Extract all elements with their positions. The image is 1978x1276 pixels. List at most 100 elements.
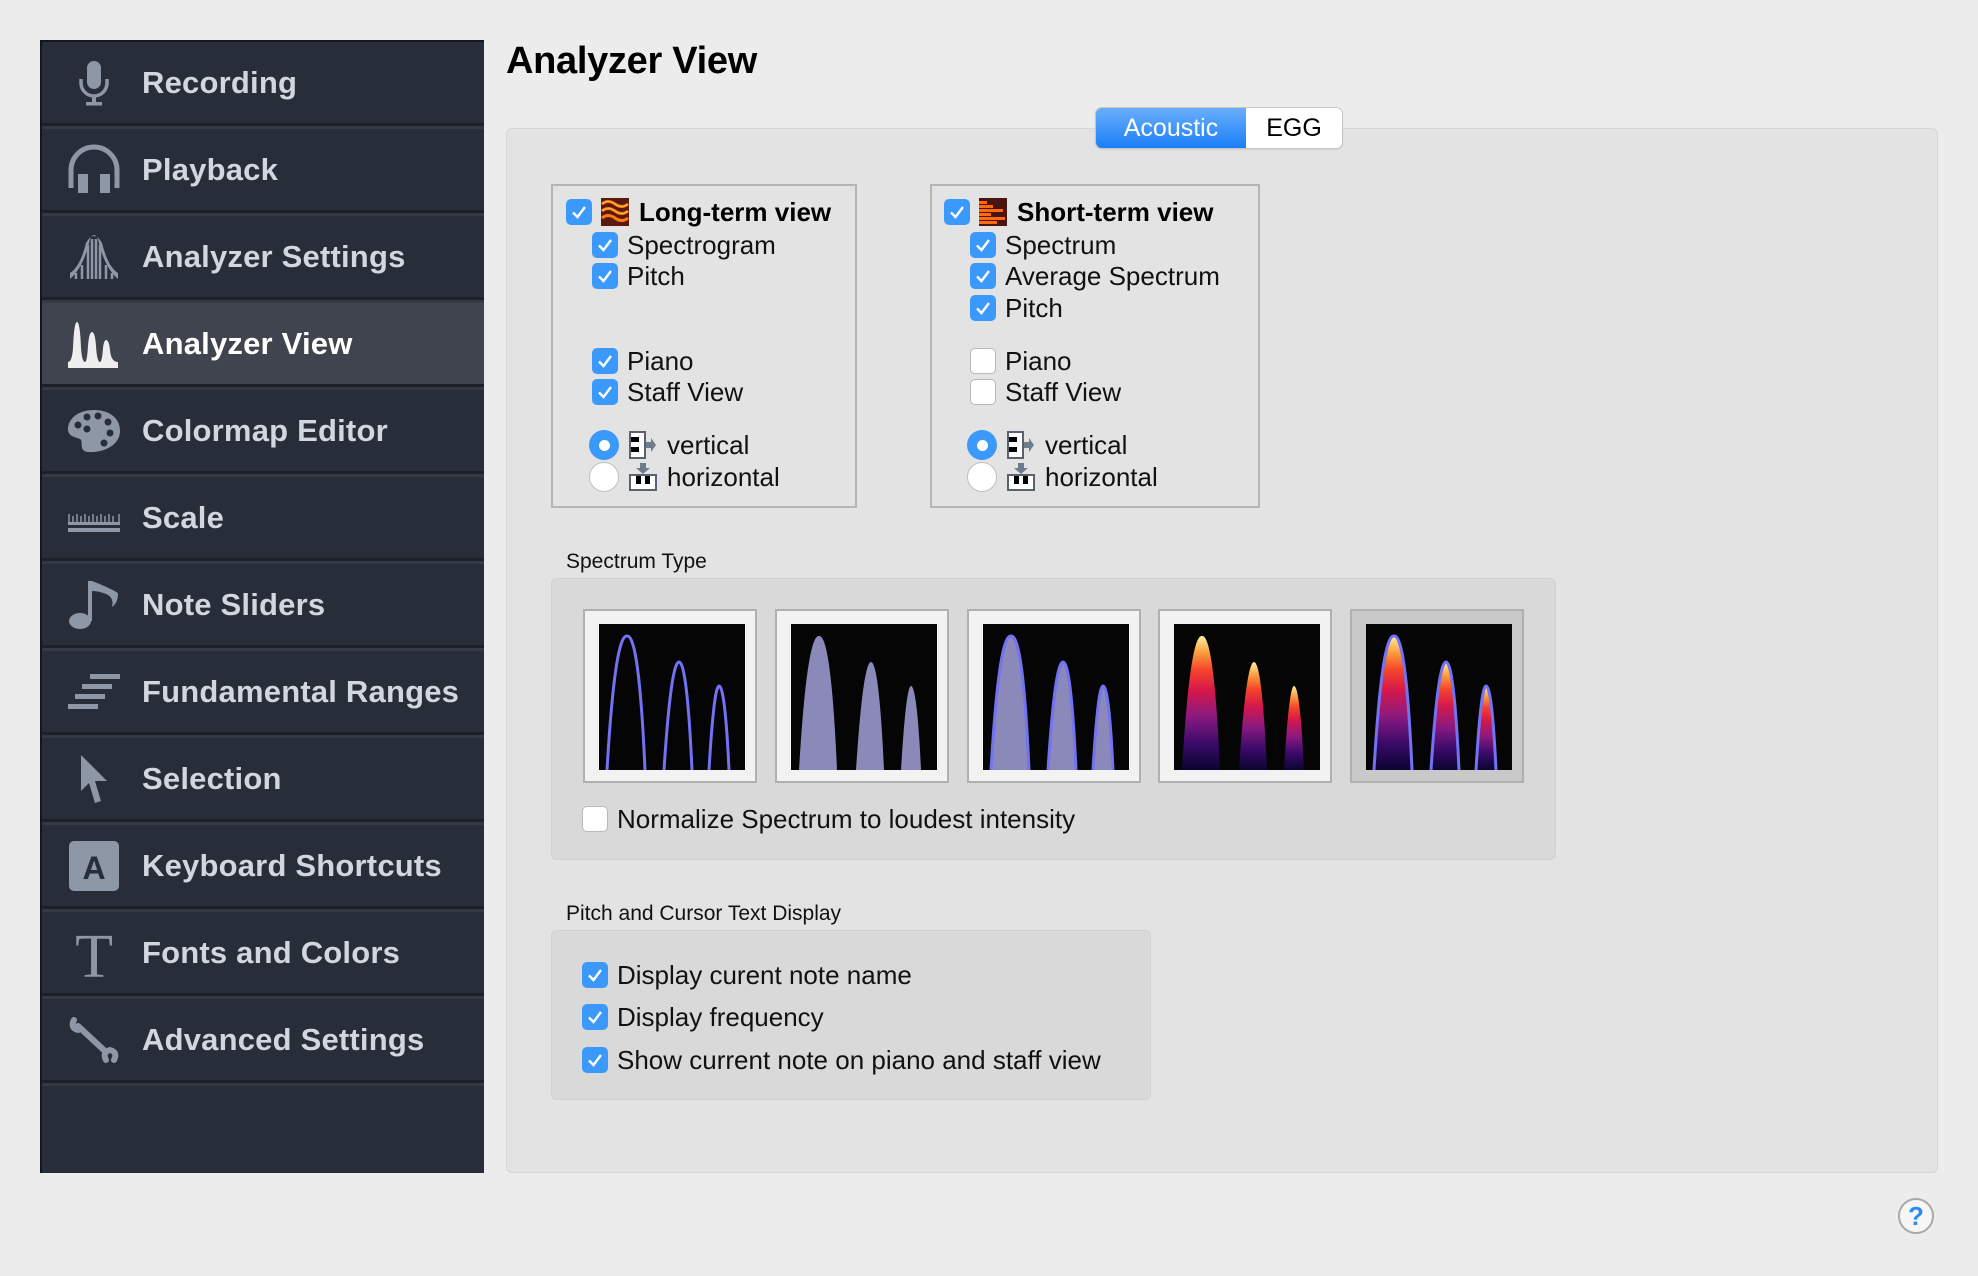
wrench-icon bbox=[68, 1014, 120, 1066]
piano-checkbox[interactable] bbox=[592, 348, 618, 374]
ranges-icon bbox=[68, 666, 120, 718]
sidebar-item-advanced-settings[interactable]: Advanced Settings bbox=[42, 999, 484, 1083]
orientation-label: horizontal bbox=[667, 461, 780, 492]
pitch-cursor-label: Pitch and Cursor Text Display bbox=[566, 902, 842, 925]
orientation-label: vertical bbox=[667, 429, 750, 460]
long-term-option: Spectrogram bbox=[592, 229, 776, 261]
staff-view-checkbox[interactable] bbox=[970, 379, 996, 405]
sidebar-item-label: Note Sliders bbox=[142, 586, 326, 622]
tab-acoustic[interactable]: Acoustic bbox=[1096, 108, 1246, 148]
sidebar-item-label: Analyzer Settings bbox=[142, 238, 406, 274]
spectrum-filled-line-preview bbox=[983, 624, 1129, 770]
font-t-icon: T bbox=[68, 927, 120, 979]
sidebar-item-fonts-and-colors[interactable]: T Fonts and Colors bbox=[42, 912, 484, 996]
help-button[interactable]: ? bbox=[1898, 1198, 1934, 1234]
vertical-piano-icon bbox=[1007, 431, 1035, 459]
long-term-view-row: Long-term view bbox=[566, 196, 831, 228]
display-frequency-checkbox[interactable] bbox=[582, 1004, 608, 1030]
analyzer-settings-icon bbox=[68, 231, 120, 283]
option-label: Average Spectrum bbox=[1005, 260, 1220, 291]
sidebar-item-recording[interactable]: Recording bbox=[42, 42, 484, 126]
key-a-icon: A bbox=[68, 840, 120, 892]
spectrum-colormap-line-preview bbox=[1366, 624, 1512, 770]
spectrum-type-filled[interactable] bbox=[775, 609, 949, 783]
microphone-icon bbox=[68, 57, 120, 109]
short-term-option: Piano bbox=[970, 345, 1072, 377]
pointer-icon bbox=[68, 753, 120, 805]
long-term-orientation-vertical: vertical bbox=[589, 429, 749, 461]
check-icon bbox=[976, 270, 990, 283]
horizontal-radio[interactable] bbox=[589, 462, 619, 492]
pitch-cursor-option: Display frequency bbox=[582, 1001, 824, 1033]
option-label: Staff View bbox=[627, 376, 744, 407]
normalize-spectrum-row: Normalize Spectrum to loudest intensity bbox=[582, 803, 1075, 835]
spectrum-checkbox[interactable] bbox=[970, 232, 996, 258]
piano-checkbox[interactable] bbox=[970, 348, 996, 374]
sidebar-item-fundamental-ranges[interactable]: Fundamental Ranges bbox=[42, 651, 484, 735]
vertical-radio[interactable] bbox=[967, 430, 997, 460]
check-icon bbox=[950, 206, 964, 219]
long-term-view-checkbox[interactable] bbox=[566, 199, 592, 225]
horizontal-piano-icon bbox=[1007, 463, 1035, 491]
staff-view-checkbox[interactable] bbox=[592, 379, 618, 405]
option-label: Display curent note name bbox=[617, 959, 912, 990]
check-icon bbox=[976, 302, 990, 315]
sidebar-item-scale[interactable]: Scale bbox=[42, 477, 484, 561]
short-term-option: Average Spectrum bbox=[970, 260, 1220, 292]
normalize-spectrum-checkbox[interactable] bbox=[582, 806, 608, 832]
spectrum-type-colormap-with-line[interactable] bbox=[1350, 609, 1524, 783]
option-label: Staff View bbox=[1005, 376, 1122, 407]
sidebar-item-label: Selection bbox=[142, 760, 282, 796]
check-icon bbox=[598, 270, 612, 283]
spectrum-type-colormap[interactable] bbox=[1158, 609, 1332, 783]
headphones-icon bbox=[68, 144, 120, 196]
check-icon bbox=[598, 239, 612, 252]
show-note-on-piano-checkbox[interactable] bbox=[582, 1047, 608, 1073]
vertical-piano-icon bbox=[629, 431, 657, 459]
sidebar-item-note-sliders[interactable]: Note Sliders bbox=[42, 564, 484, 648]
short-term-orientation-horizontal: horizontal bbox=[967, 461, 1158, 493]
sidebar-item-colormap-editor[interactable]: Colormap Editor bbox=[42, 390, 484, 474]
short-term-orientation-vertical: vertical bbox=[967, 429, 1127, 461]
mode-tabs: Acoustic EGG bbox=[1096, 108, 1342, 148]
sidebar-item-keyboard-shortcuts[interactable]: A Keyboard Shortcuts bbox=[42, 825, 484, 909]
orientation-label: horizontal bbox=[1045, 461, 1158, 492]
sidebar-item-analyzer-settings[interactable]: Analyzer Settings bbox=[42, 216, 484, 300]
pitch-cursor-option: Show current note on piano and staff vie… bbox=[582, 1044, 1101, 1076]
sidebar-item-analyzer-view[interactable]: Analyzer View bbox=[42, 303, 484, 387]
check-icon bbox=[572, 206, 586, 219]
sidebar-item-playback[interactable]: Playback bbox=[42, 129, 484, 213]
pitch-checkbox[interactable] bbox=[970, 295, 996, 321]
short-term-view-checkbox[interactable] bbox=[944, 199, 970, 225]
spectrum-type-filled-with-line[interactable] bbox=[967, 609, 1141, 783]
spectrum-type-label: Spectrum Type bbox=[566, 550, 707, 573]
vertical-radio[interactable] bbox=[589, 430, 619, 460]
normalize-spectrum-label: Normalize Spectrum to loudest intensity bbox=[617, 803, 1076, 834]
option-label: Display frequency bbox=[617, 1001, 824, 1032]
short-term-option: Staff View bbox=[970, 376, 1121, 408]
spectrogram-checkbox[interactable] bbox=[592, 232, 618, 258]
spectrogram-icon bbox=[601, 198, 629, 226]
option-label: Spectrogram bbox=[627, 229, 776, 260]
sidebar-item-label: Fundamental Ranges bbox=[142, 673, 460, 709]
sidebar-item-selection[interactable]: Selection bbox=[42, 738, 484, 822]
check-icon bbox=[588, 1011, 602, 1024]
pitch-checkbox[interactable] bbox=[592, 263, 618, 289]
spectrum-line-preview bbox=[599, 624, 745, 770]
long-term-orientation-horizontal: horizontal bbox=[589, 461, 780, 493]
spectrum-filled-preview bbox=[791, 624, 937, 770]
music-note-icon bbox=[68, 579, 120, 631]
spectrum-icon bbox=[979, 198, 1007, 226]
display-note-name-checkbox[interactable] bbox=[582, 962, 608, 988]
long-term-option: Piano bbox=[592, 345, 694, 377]
check-icon bbox=[588, 969, 602, 982]
sidebar-item-label: Recording bbox=[142, 64, 298, 100]
palette-icon bbox=[68, 405, 120, 457]
sidebar-item-label: Scale bbox=[142, 499, 225, 535]
tab-egg[interactable]: EGG bbox=[1246, 108, 1342, 148]
option-label: Spectrum bbox=[1005, 229, 1117, 260]
pitch-cursor-option: Display curent note name bbox=[582, 959, 912, 991]
average-spectrum-checkbox[interactable] bbox=[970, 263, 996, 289]
spectrum-type-line[interactable] bbox=[583, 609, 757, 783]
horizontal-radio[interactable] bbox=[967, 462, 997, 492]
